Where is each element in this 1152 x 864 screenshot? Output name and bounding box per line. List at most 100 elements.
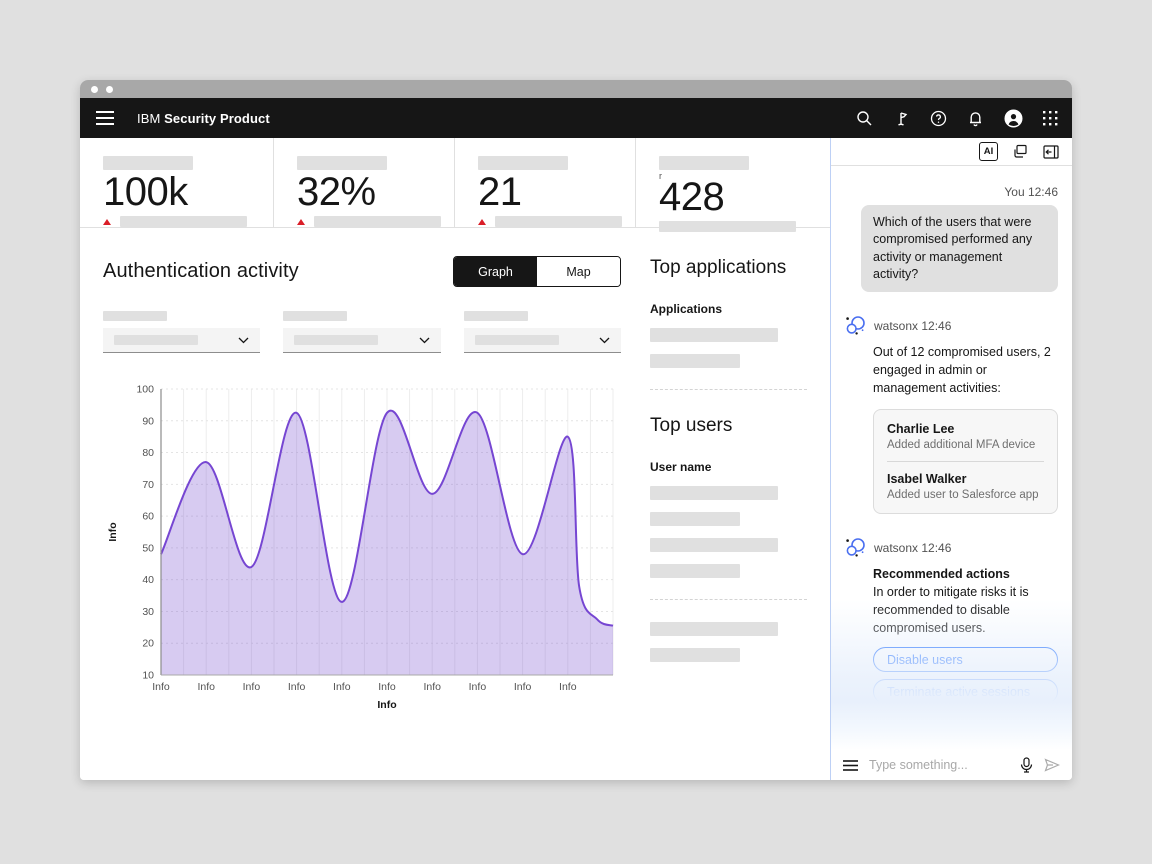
kpi-card: 32% xyxy=(273,138,454,227)
kpi-row: 100k 32% 21 r xyxy=(80,138,830,228)
send-icon[interactable] xyxy=(1044,758,1060,772)
prompt-menu-icon[interactable] xyxy=(843,760,858,771)
list-item-skeleton xyxy=(650,354,740,368)
microphone-icon[interactable] xyxy=(1020,757,1033,773)
user-avatar-icon[interactable] xyxy=(1004,109,1023,128)
user-message-meta: You 12:46 xyxy=(845,185,1058,199)
brand-prefix: IBM xyxy=(137,111,160,126)
menu-icon[interactable] xyxy=(96,111,114,125)
top-applications-title: Top applications xyxy=(650,257,807,279)
svg-text:10: 10 xyxy=(142,670,154,682)
filter-dropdown[interactable] xyxy=(103,328,260,353)
app-window: IBM Security Product 100k xyxy=(80,80,1072,780)
svg-text:20: 20 xyxy=(142,638,154,650)
trend-up-icon xyxy=(103,219,111,225)
chevron-down-icon xyxy=(599,337,610,344)
kpi-card: 100k xyxy=(80,138,273,227)
svg-text:Info: Info xyxy=(378,681,396,693)
kpi-trend-skeleton xyxy=(495,216,622,227)
list-item-skeleton xyxy=(650,328,778,342)
kpi-card: r 428 xyxy=(635,138,830,227)
dropdown-value-skeleton xyxy=(114,335,198,345)
filter-group xyxy=(103,311,260,353)
kpi-label-skeleton xyxy=(297,156,387,170)
list-item-skeleton xyxy=(650,648,740,662)
username-column-label: User name xyxy=(650,460,807,474)
svg-text:Info: Info xyxy=(197,681,215,693)
kpi-value: 32% xyxy=(297,171,454,213)
dropdown-value-skeleton xyxy=(475,335,559,345)
list-item-skeleton xyxy=(650,512,740,526)
chat-messages: You 12:46 Which of the users that were c… xyxy=(831,166,1072,750)
ai-label-chip[interactable]: AI xyxy=(979,142,998,161)
decorative-wave xyxy=(839,698,879,708)
chevron-down-icon xyxy=(238,337,249,344)
graph-map-toggle: Graph Map xyxy=(453,256,621,287)
svg-text:100: 100 xyxy=(136,384,154,396)
watsonx-avatar-icon xyxy=(845,315,866,336)
list-item-skeleton xyxy=(650,564,740,578)
panel-collapse-icon[interactable] xyxy=(1043,145,1059,159)
recommended-actions-text: In order to mitigate risks it is recomme… xyxy=(873,584,1058,637)
ai-chat-panel: AI You 12:46 Which of the users that wer… xyxy=(830,138,1072,780)
notifications-icon[interactable] xyxy=(967,110,984,127)
watsonx-avatar-icon xyxy=(845,537,866,558)
svg-text:Info: Info xyxy=(423,681,441,693)
kpi-trend-skeleton xyxy=(120,216,247,227)
kpi-trend-skeleton xyxy=(314,216,441,227)
main-content: 100k 32% 21 r xyxy=(80,138,830,780)
help-icon[interactable] xyxy=(930,110,947,127)
terminate-sessions-button[interactable]: Terminate active sessions xyxy=(873,679,1058,704)
divider xyxy=(650,599,807,600)
list-item-skeleton xyxy=(650,538,778,552)
svg-text:Info: Info xyxy=(333,681,351,693)
svg-text:Info: Info xyxy=(514,681,532,693)
toggle-graph-label: Graph xyxy=(478,265,513,279)
kpi-card: 21 xyxy=(454,138,635,227)
filter-dropdown[interactable] xyxy=(283,328,440,353)
filters-row xyxy=(103,311,621,353)
svg-text:60: 60 xyxy=(142,511,154,523)
desktop-background: IBM Security Product 100k xyxy=(0,0,1152,864)
kpi-label-skeleton xyxy=(478,156,568,170)
filter-label-skeleton xyxy=(283,311,347,321)
copy-icon[interactable] xyxy=(1013,144,1028,159)
list-item-skeleton xyxy=(650,622,778,636)
toggle-graph[interactable]: Graph xyxy=(454,257,537,286)
app-switcher-icon[interactable] xyxy=(1043,111,1058,126)
kpi-label-skeleton xyxy=(659,156,749,170)
window-control-dot[interactable] xyxy=(106,86,113,93)
reset-passwords-button[interactable]: Reset passwords xyxy=(873,711,1058,736)
kpi-label-skeleton xyxy=(103,156,193,170)
svg-text:Info: Info xyxy=(152,681,170,693)
section-title: Authentication activity xyxy=(103,260,299,283)
user-message-bubble: Which of the users that were compromised… xyxy=(861,205,1058,292)
search-icon[interactable] xyxy=(856,110,873,127)
list-item-skeleton xyxy=(650,486,778,500)
svg-text:Info: Info xyxy=(377,699,396,711)
signpost-icon[interactable] xyxy=(893,110,910,127)
trend-up-icon xyxy=(478,219,486,225)
svg-text:Info: Info xyxy=(243,681,261,693)
disable-users-button[interactable]: Disable users xyxy=(873,647,1058,672)
kpi-value: 21 xyxy=(478,171,635,213)
filter-label-skeleton xyxy=(464,311,528,321)
window-control-dot[interactable] xyxy=(91,86,98,93)
user-detail: Added additional MFA device xyxy=(887,439,1044,451)
bot-message-meta: watsonx 12:46 xyxy=(874,541,951,555)
chat-input-bar[interactable]: Type something... xyxy=(831,750,1072,780)
kpi-value: 428 xyxy=(659,176,830,218)
filter-dropdown[interactable] xyxy=(464,328,621,353)
recommended-actions-title: Recommended actions xyxy=(873,566,1058,584)
user-detail: Added user to Salesforce app xyxy=(887,489,1044,501)
bot-message-meta: watsonx 12:46 xyxy=(874,319,951,333)
toggle-map[interactable]: Map xyxy=(537,257,620,286)
chat-input-placeholder[interactable]: Type something... xyxy=(869,758,1009,772)
filter-group xyxy=(464,311,621,353)
chat-panel-header: AI xyxy=(831,138,1072,166)
app-brand: IBM Security Product xyxy=(137,111,270,126)
recommended-actions: Disable users Terminate active sessions … xyxy=(873,647,1058,736)
window-titlebar[interactable] xyxy=(80,80,1072,98)
svg-text:40: 40 xyxy=(142,574,154,586)
brand-name: Security Product xyxy=(164,111,270,126)
